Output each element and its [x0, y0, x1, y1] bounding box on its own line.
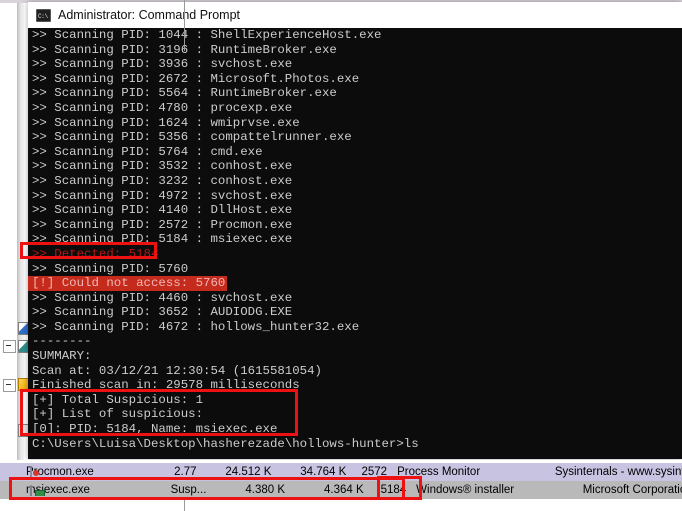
console-line: [0]: PID: 5184, Name: msiexec.exe: [32, 422, 278, 437]
console-line: [+] Total Suspicious: 1: [32, 392, 204, 407]
working-set-cell: 4.364 K: [324, 484, 364, 496]
column-divider-lower: [184, 499, 185, 511]
company-cell: Sysinternals - www.sysinter...: [554, 466, 682, 478]
console-line: >> Scanning PID: 3936 : svchost.exe: [32, 57, 293, 72]
console-line: >> Scanning PID: 3652 : AUDIODG.EXE: [32, 305, 293, 320]
cpu-cell: Susp...: [170, 484, 207, 496]
command-prompt-icon: C:\: [36, 8, 51, 22]
console-line: SUMMARY:: [32, 349, 92, 364]
command-prompt-window[interactable]: C:\ Administrator: Command Prompt >> Sca…: [28, 2, 682, 459]
console-line: >> Scanning PID: 4460 : svchost.exe: [32, 290, 293, 305]
process-row[interactable]: msiexec.exe Susp... 4.380 K 4.364 K 5184 Wind…: [0, 481, 682, 499]
window-title: Administrator: Command Prompt: [58, 8, 241, 22]
console-line: >> Scanning PID: 1624 : wmiprvse.exe: [32, 115, 300, 130]
pid-cell: 5184: [380, 484, 407, 496]
command-prompt-icon-glyph: C:\: [38, 12, 48, 20]
console-line: Finished scan in: 29578 milliseconds: [32, 378, 300, 393]
console-line-detected: >> Detected: 5184: [32, 246, 159, 261]
process-name-cell: msiexec.exe: [0, 484, 154, 496]
description-cell: Process Monitor: [397, 466, 481, 478]
process-explorer-list[interactable]: Procmon.exe 2.77 24.512 K 34.764 K 2572 Proce…: [0, 460, 682, 511]
private-bytes-cell: 24.512 K: [225, 466, 272, 478]
console-line: --------: [32, 334, 92, 349]
console-line: >> Scanning PID: 1044 : ShellExperienceH…: [32, 28, 382, 42]
tree-expander-2[interactable]: [3, 379, 16, 392]
console-line: >> Scanning PID: 5184 : msiexec.exe: [32, 232, 293, 247]
console-line: >> Scanning PID: 5760: [32, 261, 189, 276]
console-line: >> Scanning PID: 4140 : DllHost.exe: [32, 203, 293, 218]
console-line: >> Scanning PID: 5564 : RuntimeBroker.ex…: [32, 86, 337, 101]
working-set-cell: 34.764 K: [300, 466, 347, 478]
description-cell: Windows® installer: [416, 484, 515, 496]
console-line: >> Scanning PID: 5764 : cmd.exe: [32, 144, 263, 159]
console-line: >> Scanning PID: 2672 : Microsoft.Photos…: [32, 71, 360, 86]
cpu-cell: 2.77: [174, 466, 197, 478]
console-line: [+] List of suspicious:: [32, 407, 204, 422]
console-line: >> Scanning PID: 3232 : conhost.exe: [32, 173, 293, 188]
console-line: >> Scanning PID: 5356 : compattelrunner.…: [32, 130, 352, 145]
company-cell: Microsoft Corporation: [582, 484, 682, 496]
console-output-area[interactable]: >> Scanning PID: 1044 : ShellExperienceH…: [28, 28, 682, 459]
procmon-icon: [30, 467, 32, 478]
console-line: >> Scanning PID: 4780 : procexp.exe: [32, 100, 293, 115]
console-title-bar[interactable]: C:\ Administrator: Command Prompt: [28, 2, 682, 28]
tree-expander-1[interactable]: [3, 340, 16, 353]
console-line: C:\Users\Luisa\Desktop\hasherezade\hollo…: [32, 436, 419, 451]
console-line: >> Scanning PID: 4672 : hollows_hunter32…: [32, 319, 360, 334]
console-line: [!] Could not access: 5760: [28, 276, 682, 291]
procexp-tree-gutter: [0, 0, 31, 511]
process-name-cell: Procmon.exe: [0, 466, 147, 478]
console-line: >> Scanning PID: 3196 : RuntimeBroker.ex…: [32, 42, 337, 57]
console-line: >> Scanning PID: 4972 : svchost.exe: [32, 188, 293, 203]
screen-root: C:\ Administrator: Command Prompt >> Sca…: [0, 0, 682, 511]
process-row[interactable]: Procmon.exe 2.77 24.512 K 34.764 K 2572 Proce…: [0, 463, 682, 481]
console-line: >> Scanning PID: 2572 : Procmon.exe: [32, 217, 293, 232]
private-bytes-cell: 4.380 K: [245, 484, 286, 496]
msiexec-icon: [30, 485, 32, 496]
column-divider: [184, 0, 185, 51]
console-line-error: [!] Could not access: 5760: [28, 276, 228, 291]
console-line: >> Scanning PID: 3532 : conhost.exe: [32, 159, 293, 174]
console-line: Scan at: 03/12/21 12:30:54 (1615581054): [32, 363, 322, 378]
pid-cell: 2572: [361, 466, 388, 478]
